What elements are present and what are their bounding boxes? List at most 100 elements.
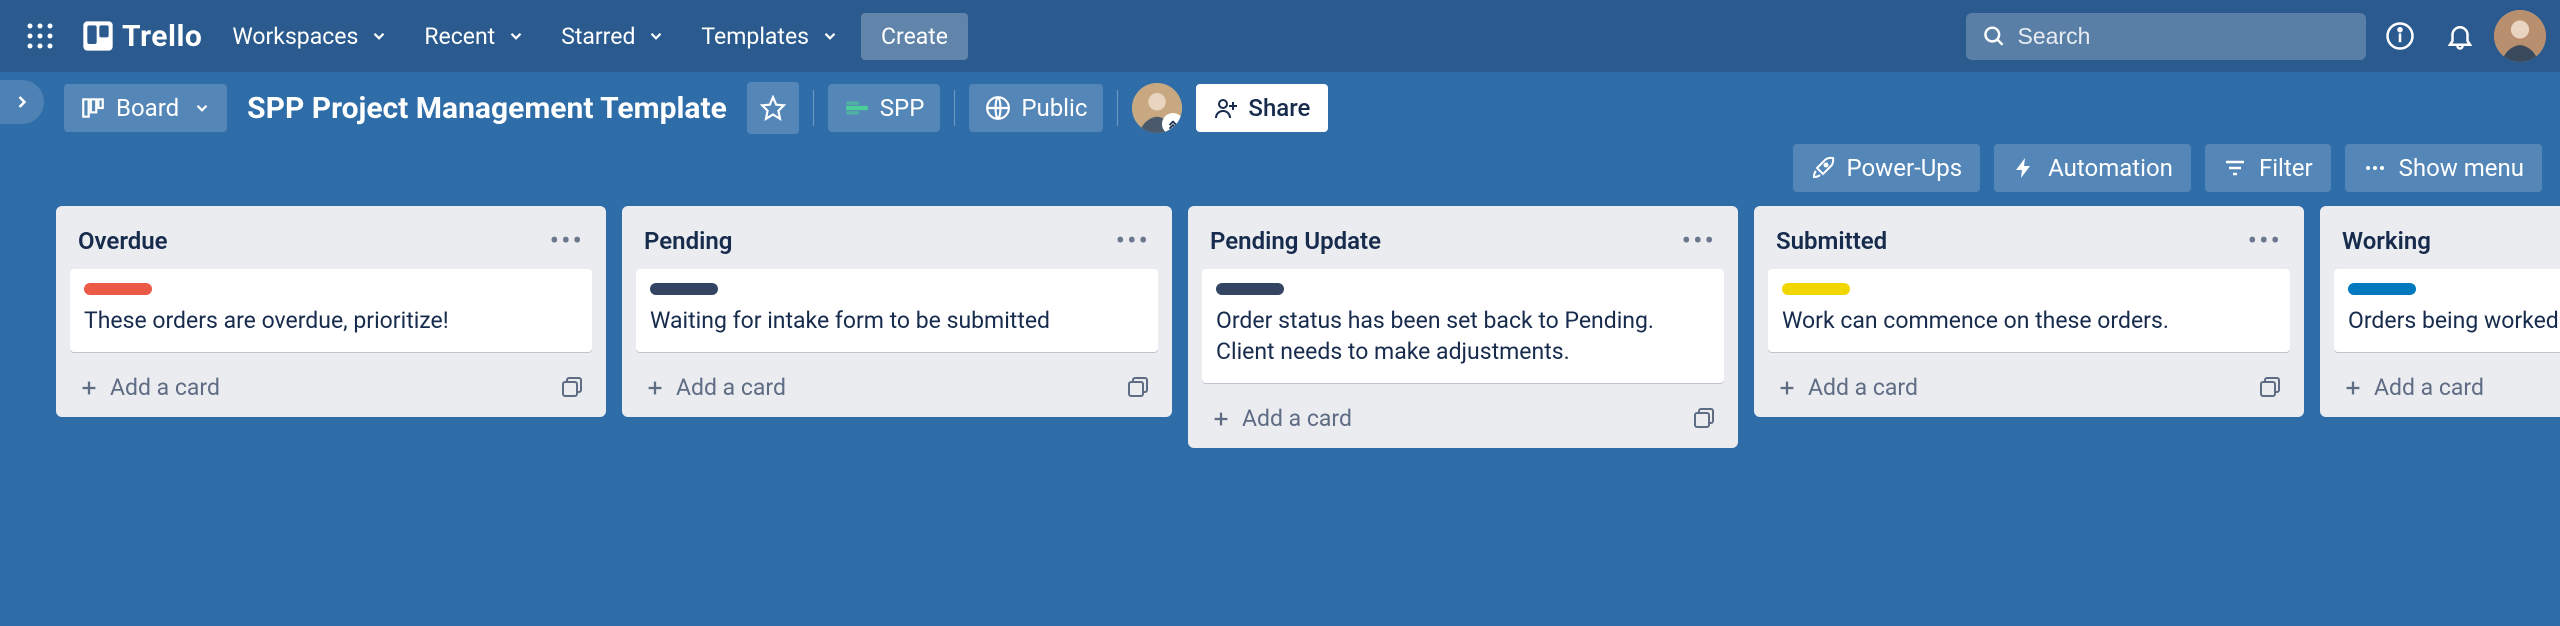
list-menu-icon[interactable]: ••• bbox=[2248, 224, 2282, 257]
add-card-button[interactable]: Add a card bbox=[2342, 374, 2484, 401]
plus-icon bbox=[2342, 377, 2364, 399]
chevron-right-icon bbox=[12, 92, 32, 112]
card-template-icon[interactable] bbox=[560, 376, 584, 400]
chevron-down-icon bbox=[370, 27, 388, 45]
card[interactable]: Waiting for intake form to be submitted bbox=[636, 269, 1158, 352]
expand-sidebar-button[interactable] bbox=[0, 80, 44, 124]
filter-button[interactable]: Filter bbox=[2205, 144, 2331, 192]
workspace-icon bbox=[844, 95, 870, 121]
list-header: Overdue ••• bbox=[70, 220, 592, 269]
top-navigation: Trello Workspaces Recent Starred Templat… bbox=[0, 0, 2560, 72]
power-ups-button[interactable]: Power-Ups bbox=[1793, 144, 1981, 192]
board-member-avatar[interactable] bbox=[1132, 83, 1182, 133]
card-text: Orders being worked on. bbox=[2348, 305, 2560, 336]
plus-icon bbox=[78, 377, 100, 399]
list-header: Pending Update ••• bbox=[1202, 220, 1724, 269]
admin-badge-icon bbox=[1162, 113, 1182, 133]
star-icon bbox=[760, 95, 786, 121]
globe-icon bbox=[985, 95, 1011, 121]
starred-menu[interactable]: Starred bbox=[547, 15, 679, 58]
list-menu-icon[interactable]: ••• bbox=[1682, 224, 1716, 257]
visibility-button[interactable]: Public bbox=[969, 84, 1103, 132]
notifications-icon[interactable] bbox=[2434, 10, 2486, 62]
card[interactable]: Work can commence on these orders. bbox=[1768, 269, 2290, 352]
board-actions-bar: Power-Ups Automation Filter Show menu bbox=[0, 138, 2560, 206]
card-label[interactable] bbox=[84, 283, 152, 295]
list-title[interactable]: Submitted bbox=[1776, 227, 1887, 255]
user-avatar[interactable] bbox=[2494, 10, 2546, 62]
add-card-button[interactable]: Add a card bbox=[644, 374, 786, 401]
list: Working•••Orders being worked on.Add a c… bbox=[2320, 206, 2560, 417]
logo-text: Trello bbox=[122, 19, 202, 54]
card-text: These orders are overdue, prioritize! bbox=[84, 305, 578, 336]
workspace-badge[interactable]: SPP bbox=[828, 84, 941, 132]
create-button[interactable]: Create bbox=[861, 13, 968, 60]
card-label[interactable] bbox=[1216, 283, 1284, 295]
list-title[interactable]: Pending Update bbox=[1210, 227, 1381, 255]
card[interactable]: Orders being worked on. bbox=[2334, 269, 2560, 352]
list-menu-icon[interactable]: ••• bbox=[550, 224, 584, 257]
card-label[interactable] bbox=[1782, 283, 1850, 295]
trello-logo[interactable]: Trello bbox=[74, 19, 210, 54]
search-icon bbox=[1982, 23, 2006, 49]
workspaces-menu[interactable]: Workspaces bbox=[218, 15, 402, 58]
board-canvas[interactable]: Overdue ••• These orders are overdue, prio… bbox=[0, 206, 2560, 448]
board-header: Board SPP Project Management Template SP… bbox=[0, 72, 2560, 138]
automation-button[interactable]: Automation bbox=[1994, 144, 2191, 192]
list-header: Submitted ••• bbox=[1768, 220, 2290, 269]
list: Submitted ••• Work can commence on these o… bbox=[1754, 206, 2304, 417]
templates-menu[interactable]: Templates bbox=[687, 15, 853, 58]
rocket-icon bbox=[1811, 156, 1835, 180]
trello-logo-icon bbox=[82, 20, 114, 52]
card-template-icon[interactable] bbox=[1126, 376, 1150, 400]
card-text: Work can commence on these orders. bbox=[1782, 305, 2276, 336]
list-footer: Add a card bbox=[636, 364, 1158, 409]
list-menu-icon[interactable]: ••• bbox=[1116, 224, 1150, 257]
card[interactable]: Order status has been set back to Pendin… bbox=[1202, 269, 1724, 383]
divider bbox=[954, 90, 955, 126]
filter-icon bbox=[2223, 156, 2247, 180]
plus-icon bbox=[1776, 377, 1798, 399]
list-footer: Add a card bbox=[2334, 364, 2560, 409]
star-button[interactable] bbox=[747, 82, 799, 134]
card-template-icon[interactable] bbox=[2258, 376, 2282, 400]
divider bbox=[813, 90, 814, 126]
add-card-button[interactable]: Add a card bbox=[1776, 374, 1918, 401]
list-footer: Add a card bbox=[1768, 364, 2290, 409]
more-horizontal-icon bbox=[2363, 156, 2387, 180]
list: Pending ••• Waiting for intake form to be … bbox=[622, 206, 1172, 417]
chevron-down-icon bbox=[821, 27, 839, 45]
search-box[interactable] bbox=[1966, 13, 2366, 60]
view-switcher[interactable]: Board bbox=[64, 84, 227, 132]
share-icon bbox=[1214, 96, 1238, 120]
chevron-down-icon bbox=[507, 27, 525, 45]
list-header: Pending ••• bbox=[636, 220, 1158, 269]
app-switcher-icon[interactable] bbox=[14, 10, 66, 62]
list-title[interactable]: Working bbox=[2342, 227, 2431, 255]
share-button[interactable]: Share bbox=[1196, 84, 1328, 132]
add-card-button[interactable]: Add a card bbox=[78, 374, 220, 401]
list: Overdue ••• These orders are overdue, prio… bbox=[56, 206, 606, 417]
card-template-icon[interactable] bbox=[1692, 407, 1716, 431]
chevron-down-icon bbox=[193, 99, 211, 117]
card-text: Waiting for intake form to be submitted bbox=[650, 305, 1144, 336]
list-footer: Add a card bbox=[1202, 395, 1724, 440]
card[interactable]: These orders are overdue, prioritize! bbox=[70, 269, 592, 352]
board-view-icon bbox=[80, 95, 106, 121]
card-label[interactable] bbox=[2348, 283, 2416, 295]
list: Pending Update ••• Order status has been s… bbox=[1188, 206, 1738, 448]
card-text: Order status has been set back to Pendin… bbox=[1216, 305, 1710, 367]
search-input[interactable] bbox=[2018, 23, 2351, 50]
board-title[interactable]: SPP Project Management Template bbox=[241, 91, 733, 126]
show-menu-button[interactable]: Show menu bbox=[2345, 144, 2542, 192]
divider bbox=[1117, 90, 1118, 126]
card-label[interactable] bbox=[650, 283, 718, 295]
list-title[interactable]: Pending bbox=[644, 227, 732, 255]
plus-icon bbox=[1210, 408, 1232, 430]
info-icon[interactable] bbox=[2374, 10, 2426, 62]
plus-icon bbox=[644, 377, 666, 399]
add-card-button[interactable]: Add a card bbox=[1210, 405, 1352, 432]
list-title[interactable]: Overdue bbox=[78, 227, 168, 255]
recent-menu[interactable]: Recent bbox=[410, 15, 539, 58]
bolt-icon bbox=[2012, 156, 2036, 180]
